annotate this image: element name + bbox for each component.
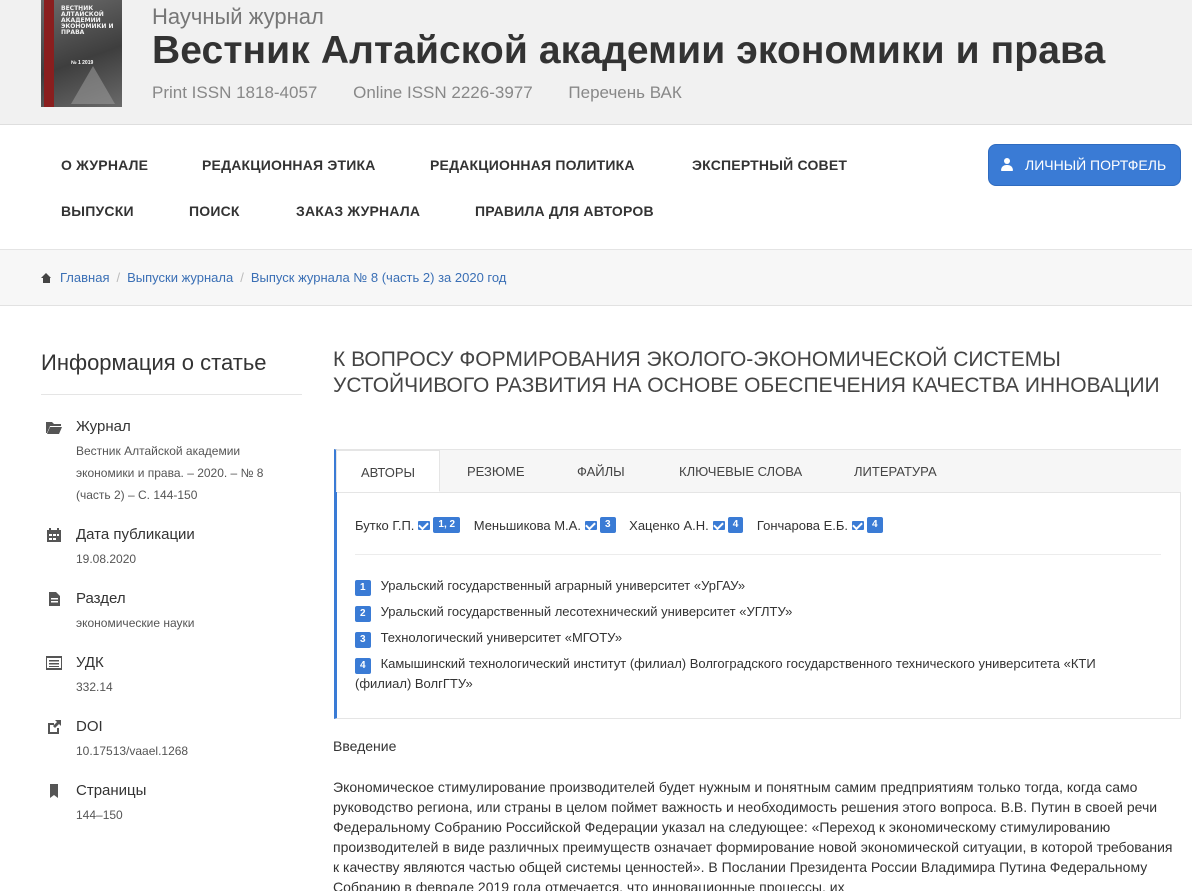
affiliation-number: 1 — [355, 580, 371, 596]
author-list: Бутко Г.П. 1, 2 Меньшикова М.А. 3 Хаценко … — [355, 517, 893, 533]
author-name[interactable]: Хаценко А.Н. — [629, 518, 709, 533]
affiliation-item: 1 Уральский государственный аграрный унив… — [355, 576, 1155, 596]
calendar-icon — [47, 528, 61, 542]
sidebar-value: 144–150 — [76, 808, 123, 822]
tab-bar: Авторы Резюме Файлы Ключевые слова Литер… — [336, 450, 1181, 493]
mail-icon[interactable] — [712, 520, 725, 530]
sidebar-value: 19.08.2020 — [76, 552, 137, 566]
journal-meta: Print ISSN 1818-4057 Online ISSN 2226-39… — [152, 83, 713, 103]
affiliation-ref: 3 — [599, 517, 616, 533]
author-name[interactable]: Гончарова Е.Б. — [757, 518, 848, 533]
nav-policy[interactable]: Редакционная политика — [430, 157, 635, 173]
breadcrumb-separator: / — [116, 270, 121, 285]
sidebar-value: 332.14 — [76, 680, 113, 694]
bookmark-icon — [50, 784, 58, 798]
user-icon — [1001, 158, 1013, 172]
intro-text: Экономическое стимулирование производите… — [333, 779, 1173, 891]
affiliation-text: Технологический университет «МГОТУ» — [380, 630, 623, 645]
author-name[interactable]: Бутко Г.П. — [355, 518, 414, 533]
mail-icon[interactable] — [418, 520, 431, 530]
affiliation-number: 3 — [355, 632, 371, 648]
sidebar-label: Журнал — [76, 418, 131, 435]
author: Меньшикова М.А. 3 — [474, 517, 616, 533]
file-icon — [49, 592, 60, 606]
breadcrumb-separator: / — [240, 270, 244, 285]
breadcrumb-bar: Главная / Выпуски журнала / Выпуск журнала №… — [0, 250, 1192, 306]
sidebar-value: Вестник Алтайской академии экономики и п… — [76, 444, 264, 502]
home-icon — [41, 273, 52, 283]
list-icon — [46, 656, 62, 670]
vak-list: Перечень ВАК — [568, 83, 682, 102]
journal-title[interactable]: Вестник Алтайской академии экономики и п… — [152, 29, 1105, 73]
sidebar-value: 10.17513/vaael.1268 — [76, 744, 189, 758]
journal-cover[interactable]: ВЕСТНИК АЛТАЙСКОЙ АКАДЕМИИ ЭКОНОМИКИ И П… — [41, 0, 122, 107]
tab-files[interactable]: Файлы — [577, 450, 625, 492]
cover-issue: № 1 2019 — [71, 60, 94, 66]
sidebar-label: Раздел — [76, 590, 126, 607]
affiliation-ref: 1, 2 — [433, 517, 461, 533]
cover-spine — [44, 0, 54, 107]
article-tabs: Авторы Резюме Файлы Ключевые слова Литер… — [334, 449, 1181, 719]
tab-keywords[interactable]: Ключевые слова — [679, 450, 802, 492]
cover-graphic — [71, 66, 115, 104]
section-divider — [355, 554, 1161, 555]
tab-abstract[interactable]: Резюме — [467, 450, 525, 492]
nav-about[interactable]: О журнале — [61, 157, 148, 173]
sidebar-title: Информация о статье — [41, 350, 267, 375]
affiliation-item: 2 Уральский государственный лесотехническ… — [355, 602, 1155, 622]
author-name[interactable]: Меньшикова М.А. — [474, 518, 581, 533]
breadcrumb: Главная / Выпуски журнала / Выпуск журнала №… — [41, 270, 506, 285]
site-header: ВЕСТНИК АЛТАЙСКОЙ АКАДЕМИИ ЭКОНОМИКИ И П… — [0, 0, 1192, 125]
article-title: К вопросу формирования эколого-экономиче… — [333, 348, 1160, 397]
affiliation-text: Уральский государственный аграрный униве… — [380, 578, 746, 593]
author: Бутко Г.П. 1, 2 — [355, 517, 461, 533]
nav-order[interactable]: Заказ журнала — [296, 203, 420, 219]
sidebar-label: Страницы — [76, 782, 147, 799]
affiliation-item: 3 Технологический университет «МГОТУ» — [355, 628, 1155, 648]
personal-portfolio-button[interactable]: ЛИЧНЫЙ ПОРТФЕЛЬ — [988, 144, 1181, 186]
cover-title: ВЕСТНИК АЛТАЙСКОЙ АКАДЕМИИ ЭКОНОМИКИ И П… — [61, 5, 114, 36]
breadcrumb-home[interactable]: Главная — [60, 270, 109, 285]
affiliation-item: 4 Камышинский технологический институт (ф… — [355, 654, 1155, 694]
mail-icon[interactable] — [852, 520, 864, 530]
nav-author-rules[interactable]: Правила для авторов — [475, 203, 654, 219]
tab-references[interactable]: Литература — [854, 450, 937, 492]
affiliation-text: Камышинский технологический институт (фи… — [355, 656, 1096, 691]
print-issn: Print ISSN 1818-4057 — [152, 83, 318, 102]
nav-expert-council[interactable]: Экспертный совет — [692, 157, 847, 173]
tab-authors[interactable]: Авторы — [336, 450, 440, 492]
sidebar-divider — [41, 394, 302, 395]
author: Хаценко А.Н. 4 — [629, 517, 744, 533]
sidebar-label: Дата публикации — [76, 526, 195, 543]
mail-icon[interactable] — [584, 520, 597, 530]
intro-heading: Введение — [333, 738, 397, 754]
external-link-icon — [48, 720, 61, 734]
folder-icon — [46, 422, 62, 434]
author: Гончарова Е.Б. 4 — [757, 517, 883, 533]
affiliation-number: 2 — [355, 606, 371, 622]
sidebar-value: экономические науки — [76, 616, 195, 630]
breadcrumb-issues[interactable]: Выпуски журнала — [127, 270, 233, 285]
nav-ethics[interactable]: Редакционная этика — [202, 157, 376, 173]
affiliation-ref: 4 — [867, 517, 883, 533]
nav-issues[interactable]: Выпуски — [61, 203, 134, 219]
breadcrumb-current-issue[interactable]: Выпуск журнала № 8 (часть 2) за 2020 год — [251, 270, 507, 285]
online-issn: Online ISSN 2226-3977 — [353, 83, 533, 102]
affiliation-ref: 4 — [727, 517, 744, 533]
portfolio-label: ЛИЧНЫЙ ПОРТФЕЛЬ — [1025, 157, 1167, 173]
affiliation-text: Уральский государственный лесотехнически… — [380, 604, 793, 619]
affiliation-number: 4 — [355, 658, 371, 674]
sidebar-label: УДК — [76, 654, 104, 671]
sidebar-label: DOI — [76, 718, 103, 735]
nav-search[interactable]: Поиск — [189, 203, 240, 219]
journal-kicker: Научный журнал — [152, 4, 324, 29]
